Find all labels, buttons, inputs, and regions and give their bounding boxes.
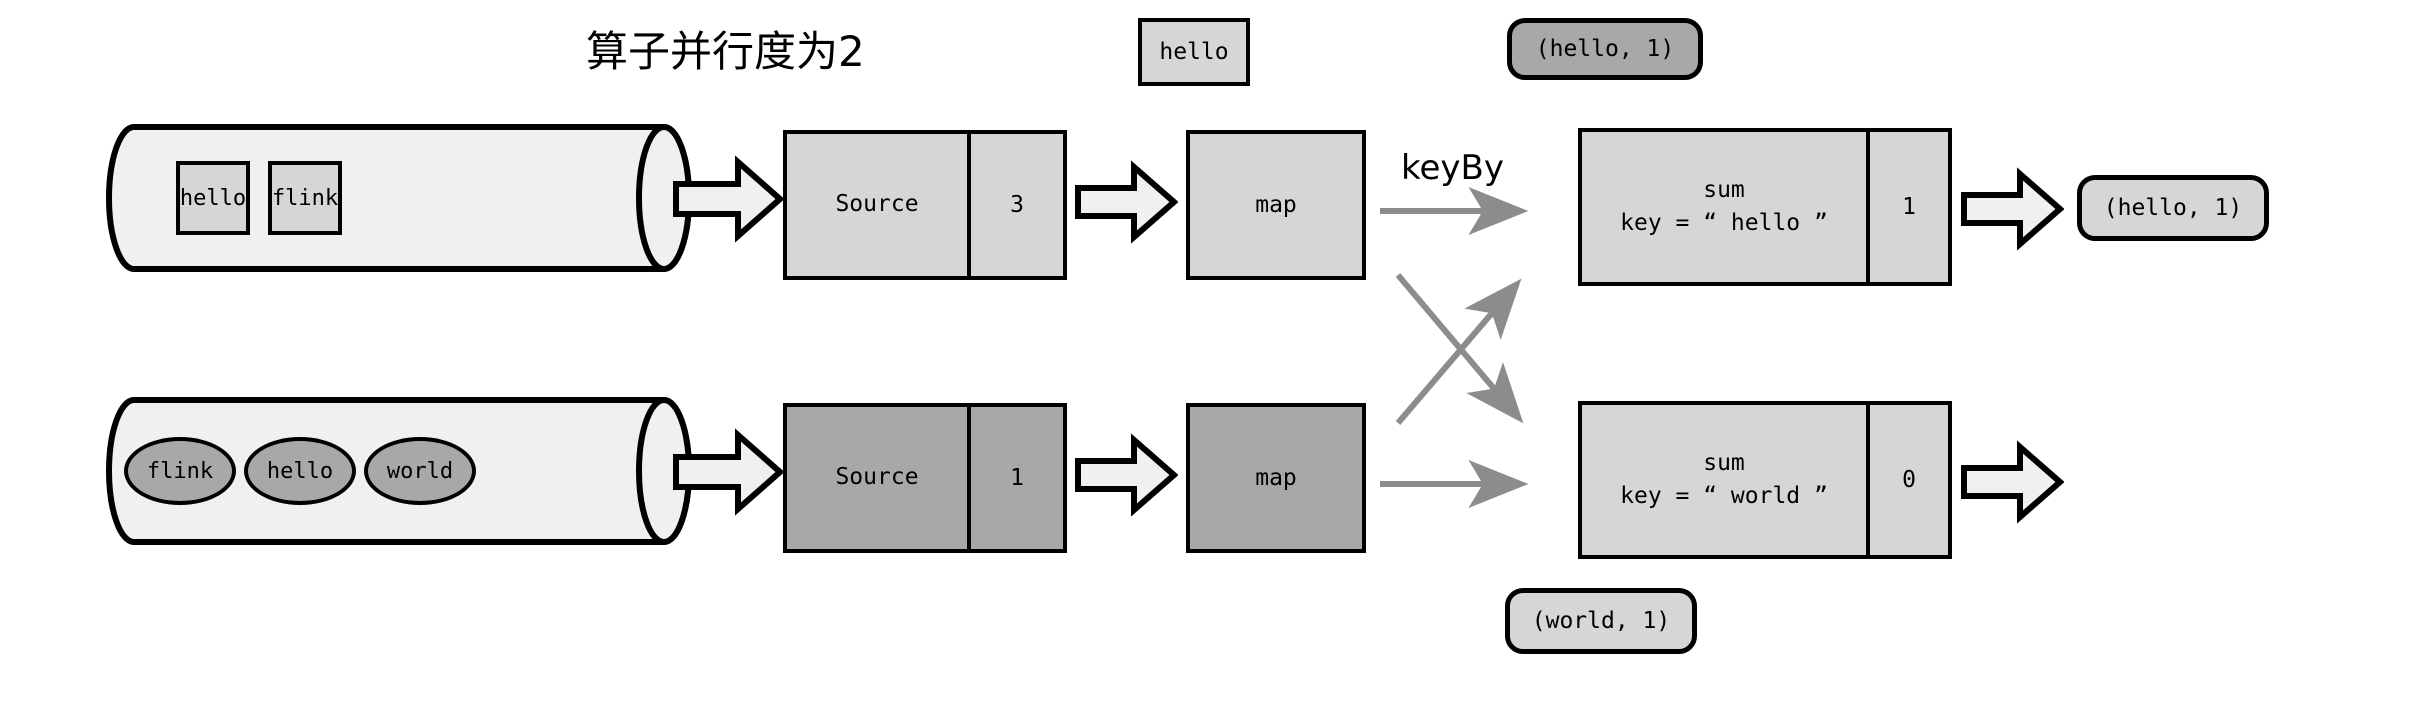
stream-item: flink [124,437,236,505]
output-badge-hello: (hello, 1) [2077,175,2269,241]
map-operator-lower[interactable]: map [1186,403,1366,553]
keyed-record-badge: (hello, 1) [1507,18,1703,80]
upper-stream-cylinder: hello flink [104,122,704,274]
source-label: Source [787,407,967,549]
block-arrow-sum-to-output [1960,438,2065,530]
arrow-map-upper-to-sum-lower [1395,273,1524,424]
source-count: 3 [967,134,1063,276]
source-record-chip: hello [1138,18,1250,86]
sum-count: 0 [1866,405,1948,555]
diagram-title: 算子并行度为2 [586,27,865,76]
map-operator-upper[interactable]: map [1186,130,1366,280]
sum-count: 1 [1866,132,1948,282]
block-arrow-sum-to-output [1960,165,2065,257]
arrow-right-icon [1961,167,2065,251]
sum-key-expression: key = “ hello ” [1620,210,1828,236]
sum-operator-lower[interactable]: sum key = “ world ” 0 [1578,401,1952,559]
arrow-right-icon [1075,160,1179,244]
arrow-right-icon [1961,440,2065,524]
source-operator-upper[interactable]: Source 3 [783,130,1067,280]
lower-stream-items: flink hello world [124,395,476,547]
block-arrow-stream-to-source [672,425,785,523]
source-count: 1 [967,407,1063,549]
arrow-right-icon [1075,433,1179,517]
lower-stream-cylinder: flink hello world [104,395,704,547]
arrow-right-icon [673,155,785,243]
block-arrow-source-to-map [1074,158,1179,250]
sum-label: sum [1703,176,1745,203]
sum-label: sum [1703,449,1745,476]
sum-key-expression: key = “ world ” [1620,483,1828,509]
block-arrow-source-to-map [1074,431,1179,523]
stream-item: flink [268,161,342,235]
diagram-canvas: 算子并行度为2 hello flink flink hello world So… [0,0,2429,721]
output-badge-world: (world, 1) [1505,588,1697,654]
source-label: Source [787,134,967,276]
keyby-label: keyBy [1401,148,1504,188]
stream-item: hello [244,437,356,505]
block-arrow-stream-to-source [672,152,785,250]
arrow-map-lower-to-sum-upper [1395,278,1522,425]
stream-item: world [364,437,476,505]
stream-item: hello [176,161,250,235]
upper-stream-items: hello flink [176,122,342,274]
source-operator-lower[interactable]: Source 1 [783,403,1067,553]
sum-operator-upper[interactable]: sum key = “ hello ” 1 [1578,128,1952,286]
arrow-right-icon [673,428,785,516]
